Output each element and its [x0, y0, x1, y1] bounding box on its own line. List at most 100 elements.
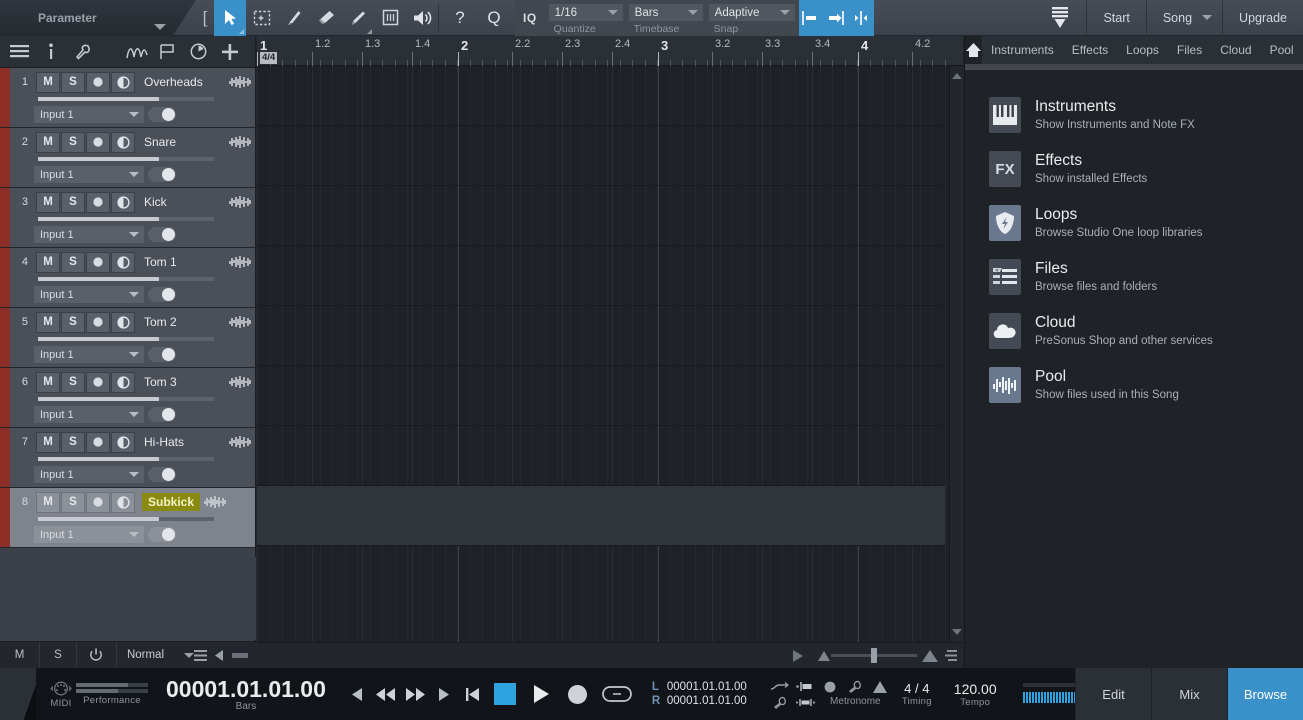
track-panel-empty-area[interactable]	[0, 557, 256, 640]
track-name[interactable]: Snare	[144, 135, 225, 149]
track-input-selector[interactable]: Input 1	[34, 466, 144, 483]
tab-files[interactable]: Files	[1168, 36, 1211, 64]
track-mute-button[interactable]: M	[36, 71, 60, 93]
arrange-track-lane[interactable]	[257, 66, 945, 126]
track-record-arm-button[interactable]	[86, 251, 110, 273]
track-name[interactable]: Kick	[144, 195, 225, 209]
track-row[interactable]: 3 M S Kick Input 1	[0, 188, 255, 248]
rewind-button[interactable]	[373, 679, 399, 709]
track-color-strip[interactable]	[0, 68, 10, 127]
snap-start-icon[interactable]	[799, 0, 824, 36]
play-button[interactable]	[524, 679, 558, 709]
browser-item[interactable]: Files Browse files and folders	[965, 250, 1303, 304]
automation-icon[interactable]	[121, 36, 152, 68]
help-button[interactable]: ?	[443, 0, 477, 36]
track-solo-button[interactable]: S	[61, 131, 85, 153]
metronome-settings-icon[interactable]	[847, 680, 862, 693]
tab-instruments[interactable]: Instruments	[982, 36, 1063, 64]
zoom-in-icon[interactable]	[921, 649, 939, 663]
fast-forward-button[interactable]	[402, 679, 428, 709]
track-name[interactable]: Hi-Hats	[144, 435, 225, 449]
track-color-strip[interactable]	[0, 308, 10, 367]
track-input-monitor-toggle[interactable]	[148, 527, 176, 542]
track-input-monitor-toggle[interactable]	[148, 407, 176, 422]
vertical-scrollbar[interactable]	[949, 66, 963, 642]
track-volume-fader[interactable]	[38, 337, 214, 341]
track-record-arm-button[interactable]	[86, 131, 110, 153]
track-record-arm-button[interactable]	[86, 431, 110, 453]
track-solo-button[interactable]: S	[61, 251, 85, 273]
browser-item[interactable]: Pool Show files used in this Song	[965, 358, 1303, 412]
track-volume-fader[interactable]	[38, 157, 214, 161]
track-row[interactable]: 4 M S Tom 1 Input 1	[0, 248, 255, 308]
track-volume-fader[interactable]	[38, 217, 214, 221]
track-volume-fader[interactable]	[38, 457, 214, 461]
tab-effects[interactable]: Effects	[1063, 36, 1117, 64]
export-stems-icon[interactable]	[1034, 0, 1086, 36]
time-signature-badge[interactable]: 4/4	[260, 52, 278, 64]
intelligent-quantize-toggle[interactable]: IQ	[515, 0, 547, 36]
playhead-position[interactable]: 00001.01.01.00 Bars	[166, 676, 326, 712]
arrange-track-lane[interactable]	[257, 126, 945, 186]
follow-playhead-icon[interactable]	[793, 649, 803, 662]
zoom-presets-icon[interactable]	[945, 649, 957, 662]
track-color-strip[interactable]	[0, 188, 10, 247]
track-input-monitor-toggle[interactable]	[148, 347, 176, 362]
arrange-track-lane[interactable]	[257, 306, 945, 366]
track-input-selector[interactable]: Input 1	[34, 406, 144, 423]
arrange-track-lane[interactable]	[257, 426, 945, 486]
track-solo-button[interactable]: S	[61, 491, 85, 513]
tab-browse[interactable]: Browse	[1227, 668, 1303, 720]
track-solo-button[interactable]: S	[61, 71, 85, 93]
track-color-strip[interactable]	[0, 428, 10, 487]
track-monitor-button[interactable]	[111, 431, 135, 453]
track-row[interactable]: 1 M S Overheads Input 1	[0, 68, 255, 128]
arrange-track-lane[interactable]	[257, 186, 945, 246]
track-input-selector[interactable]: Input 1	[34, 226, 144, 243]
track-mute-button[interactable]: M	[36, 431, 60, 453]
autoscroll-icon[interactable]	[770, 678, 790, 695]
previous-marker-button[interactable]	[344, 679, 370, 709]
add-track-icon[interactable]	[214, 36, 245, 68]
track-mute-button[interactable]: M	[36, 251, 60, 273]
track-name[interactable]: Tom 3	[144, 375, 225, 389]
upgrade-button[interactable]: Upgrade	[1222, 0, 1303, 36]
record-button[interactable]	[561, 679, 595, 709]
track-mute-button[interactable]: M	[36, 191, 60, 213]
snap-end-icon[interactable]	[824, 0, 849, 36]
track-input-selector[interactable]: Input 1	[34, 346, 144, 363]
track-solo-button[interactable]: S	[61, 371, 85, 393]
browser-item[interactable]: FX Effects Show installed Effects	[965, 142, 1303, 196]
track-name[interactable]: Tom 1	[144, 255, 225, 269]
loop-button[interactable]	[598, 679, 636, 709]
precount-icon[interactable]	[771, 695, 788, 710]
timing-display[interactable]: 4 / 4 Timing	[902, 681, 932, 707]
track-mute-button[interactable]: M	[36, 491, 60, 513]
track-row[interactable]: 6 M S Tom 3 Input 1	[0, 368, 255, 428]
loop-end[interactable]: R 00001.01.01.00	[652, 695, 747, 707]
quantize-value[interactable]: 1/16	[548, 4, 623, 21]
paint-tool-button[interactable]	[342, 0, 374, 36]
track-input-monitor-toggle[interactable]	[148, 287, 176, 302]
track-color-strip[interactable]	[0, 488, 10, 547]
tab-pool[interactable]: Pool	[1261, 36, 1303, 64]
track-mode-selector[interactable]: Normal	[117, 649, 194, 661]
track-input-monitor-toggle[interactable]	[148, 167, 176, 182]
split-tool-button[interactable]	[278, 0, 310, 36]
track-record-arm-button[interactable]	[86, 191, 110, 213]
arrange-track-lane[interactable]	[257, 486, 945, 546]
track-row[interactable]: 5 M S Tom 2 Input 1	[0, 308, 255, 368]
tab-cloud[interactable]: Cloud	[1211, 36, 1260, 64]
zoom-slider-track[interactable]	[831, 648, 917, 663]
track-height-slider[interactable]	[232, 652, 248, 658]
track-record-arm-button[interactable]	[86, 311, 110, 333]
arrange-track-lane[interactable]	[257, 246, 945, 306]
tab-loops[interactable]: Loops	[1117, 36, 1168, 64]
power-icon[interactable]	[77, 641, 117, 669]
arrow-tool-button[interactable]	[214, 0, 246, 36]
track-name[interactable]: Tom 2	[144, 315, 225, 329]
track-input-selector[interactable]: Input 1	[34, 166, 144, 183]
track-volume-fader[interactable]	[38, 397, 214, 401]
track-color-strip[interactable]	[0, 368, 10, 427]
track-monitor-button[interactable]	[111, 191, 135, 213]
